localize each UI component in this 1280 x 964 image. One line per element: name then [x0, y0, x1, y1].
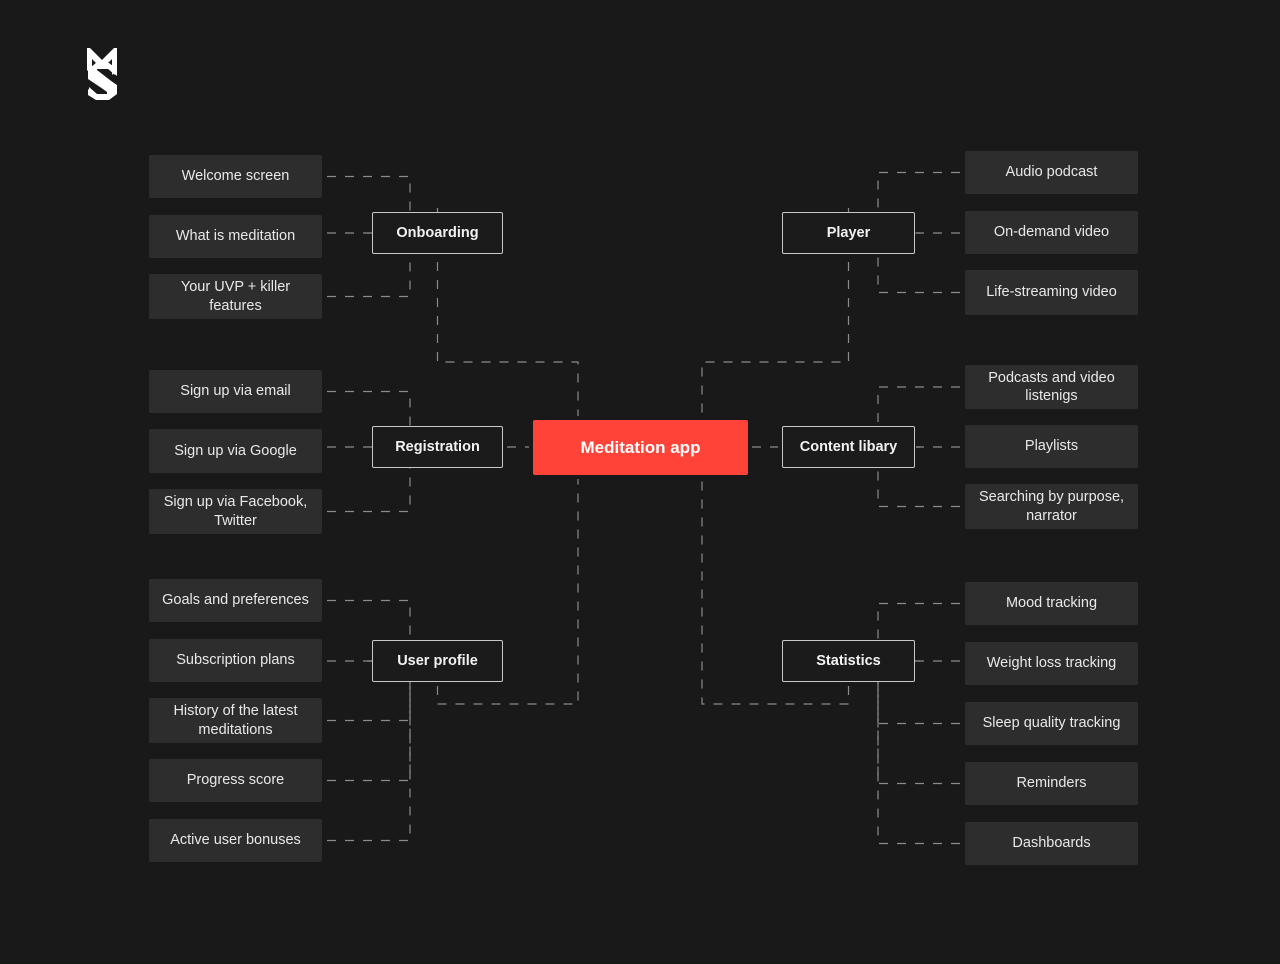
leaf-statistics-2[interactable]: Sleep quality tracking	[965, 702, 1138, 745]
leaf-registration-2-label: Sign up via Facebook, Twitter	[163, 494, 308, 529]
leaf-user-profile-1-label: Subscription plans	[176, 652, 295, 669]
leaf-statistics-0[interactable]: Mood tracking	[965, 582, 1138, 625]
leaf-content-library-2[interactable]: Searching by purpose, narrator	[965, 484, 1138, 529]
leaf-content-library-1-label: Playlists	[1024, 438, 1079, 455]
leaf-statistics-3[interactable]: Reminders	[965, 762, 1138, 805]
branch-onboarding-label: Onboarding	[396, 225, 479, 241]
leaf-player-1-label: On-demand video	[993, 224, 1110, 241]
leaf-player-2-label: Life-streaming video	[986, 284, 1117, 301]
leaf-player-2[interactable]: Life-streaming video	[965, 270, 1138, 315]
leaf-content-library-0-label: Podcasts and video listenigs	[988, 369, 1115, 404]
leaf-onboarding-1[interactable]: What is meditation	[149, 215, 322, 258]
branch-statistics-label: Statistics	[816, 653, 881, 669]
connector-statistics-leaf-4	[877, 660, 960, 845]
leaf-statistics-4-label: Dashboards	[1012, 835, 1091, 852]
branch-registration[interactable]: Registration	[372, 426, 503, 468]
leaf-user-profile-3[interactable]: Progress score	[149, 759, 322, 802]
ms-monogram-logo	[87, 48, 117, 100]
connector-user-profile-leaf-4	[327, 660, 411, 842]
leaf-registration-1[interactable]: Sign up via Google	[149, 429, 322, 473]
leaf-player-0-label: Audio podcast	[1005, 164, 1098, 181]
leaf-registration-0[interactable]: Sign up via email	[149, 370, 322, 413]
leaf-user-profile-4[interactable]: Active user bonuses	[149, 819, 322, 862]
leaf-user-profile-4-label: Active user bonuses	[170, 832, 301, 849]
leaf-statistics-2-label: Sleep quality tracking	[982, 715, 1121, 732]
leaf-user-profile-2[interactable]: History of the latest meditations	[149, 698, 322, 743]
branch-registration-label: Registration	[395, 439, 480, 455]
leaf-user-profile-3-label: Progress score	[186, 772, 285, 789]
leaf-user-profile-2-label: History of the latest meditations	[173, 703, 298, 738]
leaf-registration-1-label: Sign up via Google	[174, 442, 297, 459]
leaf-statistics-3-label: Reminders	[1016, 775, 1087, 792]
center-node-label: Meditation app	[580, 437, 701, 457]
leaf-user-profile-0[interactable]: Goals and preferences	[149, 579, 322, 622]
leaf-statistics-4[interactable]: Dashboards	[965, 822, 1138, 865]
leaf-user-profile-0-label: Goals and preferences	[162, 592, 309, 609]
leaf-content-library-1[interactable]: Playlists	[965, 425, 1138, 468]
branch-user-profile-label: User profile	[397, 653, 478, 669]
leaf-registration-0-label: Sign up via email	[180, 383, 291, 400]
leaf-player-1[interactable]: On-demand video	[965, 211, 1138, 254]
branch-player[interactable]: Player	[782, 212, 915, 254]
leaf-registration-2[interactable]: Sign up via Facebook, Twitter	[149, 489, 322, 534]
leaf-onboarding-2-label: Your UVP + killer features	[180, 279, 291, 314]
branch-statistics[interactable]: Statistics	[782, 640, 915, 682]
leaf-user-profile-1[interactable]: Subscription plans	[149, 639, 322, 682]
leaf-onboarding-2[interactable]: Your UVP + killer features	[149, 274, 322, 319]
leaf-statistics-1[interactable]: Weight loss tracking	[965, 642, 1138, 685]
leaf-onboarding-0-label: Welcome screen	[181, 168, 290, 185]
branch-user-profile[interactable]: User profile	[372, 640, 503, 682]
branch-content-library-label: Content libary	[799, 439, 898, 455]
leaf-statistics-0-label: Mood tracking	[1005, 595, 1098, 612]
leaf-statistics-1-label: Weight loss tracking	[986, 655, 1117, 672]
leaf-content-library-0[interactable]: Podcasts and video listenigs	[965, 365, 1138, 409]
branch-onboarding[interactable]: Onboarding	[372, 212, 503, 254]
leaf-player-0[interactable]: Audio podcast	[965, 151, 1138, 194]
leaf-content-library-2-label: Searching by purpose, narrator	[978, 489, 1125, 524]
leaf-onboarding-1-label: What is meditation	[175, 228, 296, 245]
branch-player-label: Player	[826, 225, 871, 241]
center-node[interactable]: Meditation app	[533, 420, 748, 475]
branch-content-library[interactable]: Content libary	[782, 426, 915, 468]
mindmap-canvas: Meditation app Onboarding Welcome screen Wh…	[0, 0, 1280, 964]
leaf-onboarding-0[interactable]: Welcome screen	[149, 155, 322, 198]
